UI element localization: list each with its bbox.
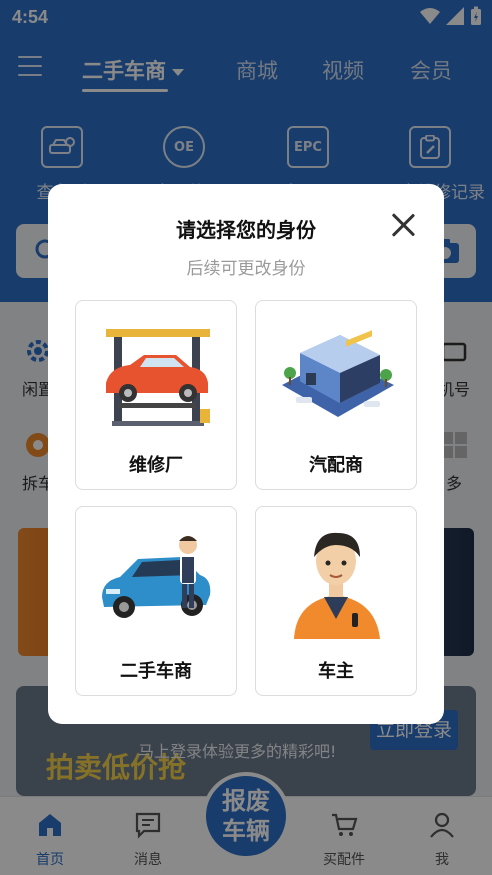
auto-parts-store-icon xyxy=(282,330,394,417)
identity-option-repair-shop[interactable]: 维修厂 xyxy=(75,300,237,490)
car-owner-icon xyxy=(294,532,380,639)
identity-select-dialog: 请选择您的身份 后续可更改身份 维修厂 汽配商 二手车商 车主 xyxy=(48,184,444,724)
dialog-title: 请选择您的身份 xyxy=(176,218,316,242)
option-label: 车主 xyxy=(318,661,354,682)
close-icon[interactable] xyxy=(388,210,418,240)
option-label: 维修厂 xyxy=(129,455,183,476)
identity-option-car-owner[interactable]: 车主 xyxy=(255,506,417,696)
dialog-subtitle: 后续可更改身份 xyxy=(186,259,306,279)
identity-option-parts-dealer[interactable]: 汽配商 xyxy=(255,300,417,490)
car-lift-icon xyxy=(106,329,210,426)
option-label: 汽配商 xyxy=(309,455,363,476)
dealer-car-icon xyxy=(102,536,211,618)
identity-option-used-car-dealer[interactable]: 二手车商 xyxy=(75,506,237,696)
option-label: 二手车商 xyxy=(120,661,192,682)
